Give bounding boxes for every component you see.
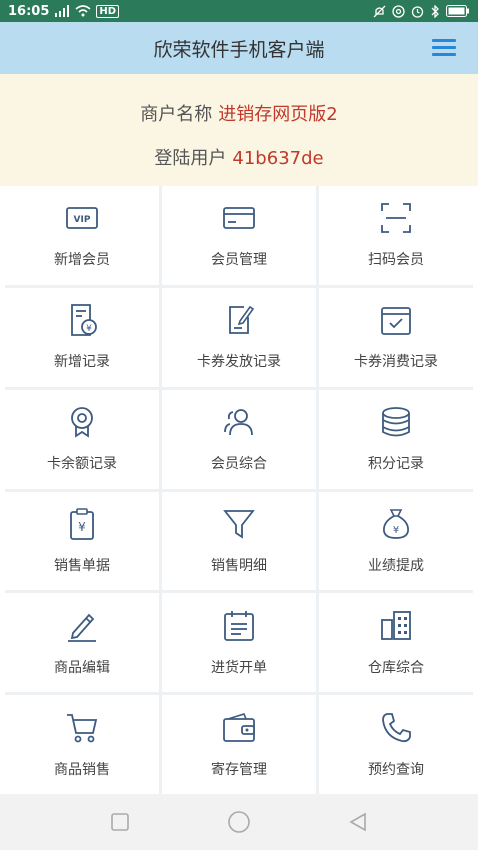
app-header: 欣荣软件手机客户端 xyxy=(0,22,478,74)
at-icon xyxy=(392,4,405,18)
calendar-check-icon xyxy=(379,303,413,337)
bluetooth-icon xyxy=(430,4,440,18)
menu-coupon-issue[interactable]: 卡券发放记录 xyxy=(162,287,316,387)
merchant-info-panel: 商户名称 进销存网页版2 登陆用户 41b637de xyxy=(0,74,478,186)
menu-label: 积分记录 xyxy=(368,456,424,473)
card-icon xyxy=(222,201,256,235)
menu-product-sales[interactable]: 商品销售 xyxy=(5,695,159,794)
status-right xyxy=(373,4,470,18)
signal-icon xyxy=(54,5,70,17)
merchant-label: 商户名称 xyxy=(140,104,213,125)
svg-text:¥: ¥ xyxy=(78,520,86,534)
menu-member-manage[interactable]: 会员管理 xyxy=(162,186,316,285)
back-button[interactable] xyxy=(343,807,373,837)
svg-text:¥: ¥ xyxy=(393,525,399,536)
menu-label: 商品编辑 xyxy=(54,659,110,676)
warehouse-icon xyxy=(379,609,413,643)
menu-label: 卡券消费记录 xyxy=(354,354,438,371)
filter-icon xyxy=(222,507,256,541)
svg-text:VIP: VIP xyxy=(74,215,91,225)
user-label: 登陆用户 xyxy=(154,148,227,169)
wifi-icon xyxy=(75,5,91,17)
menu-storage-manage[interactable]: 寄存管理 xyxy=(162,695,316,794)
circle-icon xyxy=(228,811,250,833)
battery-icon xyxy=(446,5,470,17)
menu-label: 销售明细 xyxy=(211,557,267,574)
menu-label: 会员管理 xyxy=(211,252,267,269)
menu-scan-member[interactable]: 扫码会员 xyxy=(319,186,473,285)
mute-icon xyxy=(373,5,386,18)
menu-label: 商品销售 xyxy=(54,761,110,778)
svg-text:¥: ¥ xyxy=(86,324,92,334)
menu-label: 业绩提成 xyxy=(368,557,424,574)
user-value: 41b637de xyxy=(232,148,324,169)
menu-warehouse-summary[interactable]: 仓库综合 xyxy=(319,593,473,693)
menu-label: 预约查询 xyxy=(368,761,424,778)
user-line: 登陆用户 41b637de xyxy=(0,144,478,170)
alarm-icon xyxy=(411,5,424,18)
menu-card-balance[interactable]: 卡余额记录 xyxy=(5,389,159,489)
home-button[interactable] xyxy=(224,807,254,837)
menu-label: 会员综合 xyxy=(211,456,267,473)
menu-label: 新增记录 xyxy=(54,354,110,371)
edit-document-icon xyxy=(222,303,256,337)
menu-label: 进货开单 xyxy=(211,659,267,676)
receipt-yen-icon: ¥ xyxy=(65,303,99,337)
triangle-back-icon xyxy=(349,812,367,832)
menu-label: 寄存管理 xyxy=(211,761,267,778)
menu-sales-docs[interactable]: ¥ 销售单据 xyxy=(5,491,159,591)
scan-icon xyxy=(379,201,413,235)
function-grid: VIP 新增会员 会员管理 扫码会员 ¥ 新增记录 卡券发放记录 卡券消费记录 xyxy=(5,186,473,794)
hd-badge: HD xyxy=(96,4,120,18)
menu-appointment-query[interactable]: 预约查询 xyxy=(319,695,473,794)
merchant-line: 商户名称 进销存网页版2 xyxy=(0,100,478,126)
award-icon xyxy=(65,405,99,439)
vip-card-icon: VIP xyxy=(65,201,99,235)
users-icon xyxy=(222,405,256,439)
menu-product-edit[interactable]: 商品编辑 xyxy=(5,593,159,693)
menu-points-record[interactable]: 积分记录 xyxy=(319,389,473,489)
menu-label: 卡余额记录 xyxy=(47,456,117,473)
menu-commission[interactable]: ¥ 业绩提成 xyxy=(319,491,473,591)
hamburger-menu-icon[interactable] xyxy=(432,39,456,57)
recent-apps-button[interactable] xyxy=(105,807,135,837)
status-time: 16:05 xyxy=(8,3,50,19)
status-bar: 16:05 HD xyxy=(0,0,478,22)
menu-label: 销售单据 xyxy=(54,557,110,574)
system-nav-bar xyxy=(0,794,478,850)
menu-coupon-consume[interactable]: 卡券消费记录 xyxy=(319,287,473,387)
status-left: 16:05 HD xyxy=(8,3,120,19)
pencil-icon xyxy=(65,609,99,643)
coin-stack-icon xyxy=(379,405,413,439)
menu-new-member[interactable]: VIP 新增会员 xyxy=(5,186,159,285)
cart-icon xyxy=(65,711,99,745)
menu-sales-detail[interactable]: 销售明细 xyxy=(162,491,316,591)
order-calendar-icon xyxy=(222,609,256,643)
clipboard-yen-icon: ¥ xyxy=(65,507,99,541)
menu-member-summary[interactable]: 会员综合 xyxy=(162,389,316,489)
square-icon xyxy=(110,813,129,831)
menu-new-record[interactable]: ¥ 新增记录 xyxy=(5,287,159,387)
menu-label: 新增会员 xyxy=(54,252,110,269)
wallet-icon xyxy=(222,711,256,745)
menu-purchase-order[interactable]: 进货开单 xyxy=(162,593,316,693)
app-title: 欣荣软件手机客户端 xyxy=(153,38,325,61)
menu-label: 卡券发放记录 xyxy=(197,354,281,371)
menu-label: 扫码会员 xyxy=(368,252,424,269)
phone-icon xyxy=(379,711,413,745)
menu-label: 仓库综合 xyxy=(368,659,424,676)
merchant-value: 进销存网页版2 xyxy=(218,104,338,125)
money-bag-icon: ¥ xyxy=(379,507,413,541)
